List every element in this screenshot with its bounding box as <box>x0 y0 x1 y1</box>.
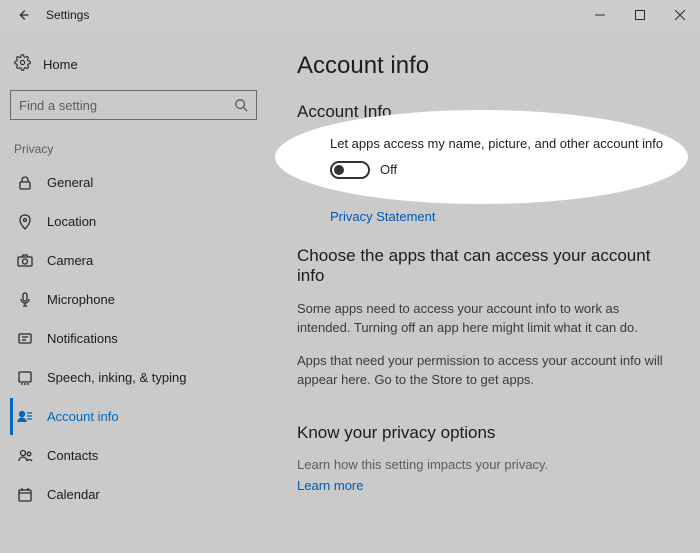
contacts-icon <box>16 447 33 464</box>
sidebar-item-general[interactable]: General <box>10 164 257 201</box>
page-title: Account info <box>297 52 670 80</box>
sidebar: Home Privacy General Location Camera Mic… <box>0 30 267 553</box>
maximize-button[interactable] <box>620 0 660 30</box>
sidebar-item-label: Microphone <box>47 292 115 307</box>
highlight-spotlight: Let apps access my name, picture, and ot… <box>275 110 688 204</box>
search-input[interactable] <box>19 98 234 113</box>
search-box[interactable] <box>10 90 257 120</box>
sidebar-item-microphone[interactable]: Microphone <box>10 281 257 318</box>
privacy-options-section: Know your privacy options Learn how this… <box>297 423 670 493</box>
maximize-icon <box>635 10 645 20</box>
sidebar-item-notifications[interactable]: Notifications <box>10 320 257 357</box>
close-icon <box>675 10 685 20</box>
section-paragraph: Some apps need to access your account in… <box>297 300 670 338</box>
gear-icon <box>14 54 31 74</box>
sidebar-item-account-info[interactable]: Account info <box>10 398 257 435</box>
back-button[interactable] <box>8 0 38 30</box>
toggle-description: Let apps access my name, picture, and ot… <box>330 136 688 151</box>
location-icon <box>16 213 33 230</box>
toggle-state-label: Off <box>380 162 397 177</box>
search-icon <box>234 98 248 112</box>
toggle-knob <box>334 165 344 175</box>
window-controls <box>580 0 700 30</box>
sidebar-item-label: General <box>47 175 93 190</box>
sidebar-item-contacts[interactable]: Contacts <box>10 437 257 474</box>
sidebar-item-location[interactable]: Location <box>10 203 257 240</box>
privacy-statement-link[interactable]: Privacy Statement <box>330 209 436 224</box>
app-title: Settings <box>46 8 580 22</box>
sidebar-item-label: Notifications <box>47 331 118 346</box>
microphone-icon <box>16 291 33 308</box>
account-info-icon <box>16 408 33 425</box>
sidebar-item-speech[interactable]: Speech, inking, & typing <box>10 359 257 396</box>
close-button[interactable] <box>660 0 700 30</box>
section-subtext: Learn how this setting impacts your priv… <box>297 457 670 472</box>
minimize-button[interactable] <box>580 0 620 30</box>
account-info-toggle[interactable] <box>330 161 370 179</box>
lock-icon <box>16 174 33 191</box>
minimize-icon <box>595 10 605 20</box>
section-paragraph: Apps that need your permission to access… <box>297 352 670 390</box>
sidebar-item-label: Calendar <box>47 487 100 502</box>
category-label: Privacy <box>10 142 257 164</box>
sidebar-item-label: Camera <box>47 253 93 268</box>
home-nav[interactable]: Home <box>10 48 257 80</box>
speech-icon <box>16 369 33 386</box>
camera-icon <box>16 252 33 269</box>
sidebar-item-label: Contacts <box>47 448 98 463</box>
sidebar-item-label: Account info <box>47 409 119 424</box>
sidebar-item-camera[interactable]: Camera <box>10 242 257 279</box>
home-label: Home <box>43 57 78 72</box>
sidebar-item-label: Speech, inking, & typing <box>47 370 186 385</box>
choose-apps-section: Choose the apps that can access your acc… <box>297 246 670 389</box>
learn-more-link[interactable]: Learn more <box>297 478 363 493</box>
main-content: Account info Account Info Choose the app… <box>267 30 700 553</box>
sidebar-item-calendar[interactable]: Calendar <box>10 476 257 513</box>
notifications-icon <box>16 330 33 347</box>
arrow-left-icon <box>16 8 30 22</box>
section-heading: Choose the apps that can access your acc… <box>297 246 670 286</box>
section-heading: Know your privacy options <box>297 423 670 443</box>
titlebar: Settings <box>0 0 700 30</box>
sidebar-item-label: Location <box>47 214 96 229</box>
calendar-icon <box>16 486 33 503</box>
